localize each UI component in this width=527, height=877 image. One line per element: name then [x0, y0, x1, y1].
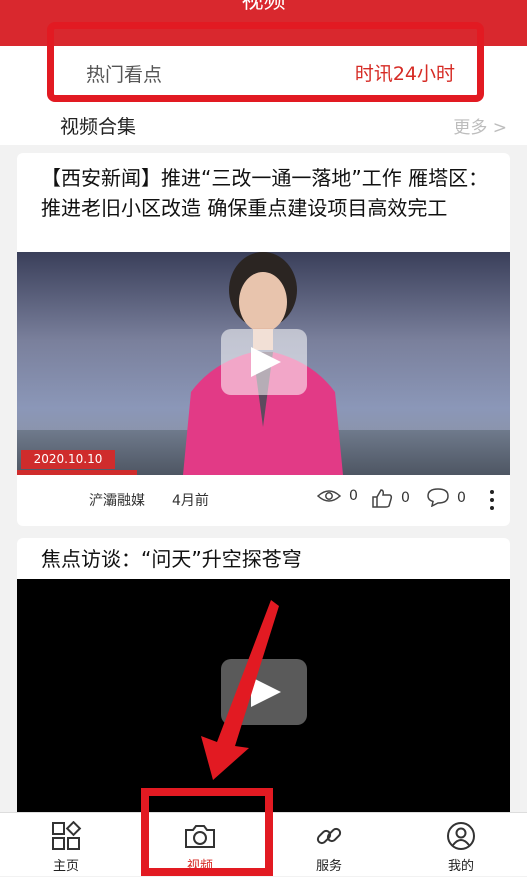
video-collection-title: 视频合集 — [60, 116, 137, 138]
play-button[interactable] — [221, 659, 307, 725]
user-icon — [447, 822, 475, 850]
likes-count: 0 — [401, 490, 410, 506]
video-meta-row: 浐灞融媒 4月前 0 0 0 — [17, 485, 510, 515]
video-card[interactable]: 焦点访谈：“问天”升空探苍穹 — [17, 538, 510, 828]
video-thumbnail[interactable] — [17, 579, 510, 828]
comment-icon — [427, 488, 449, 507]
bottom-tab-bar: 主页 视频 服务 我的 — [0, 812, 527, 876]
app-header: 视频 — [0, 0, 527, 46]
video-source: 浐灞融媒 — [89, 493, 145, 509]
link-icon — [316, 827, 342, 845]
tab-service[interactable]: 服务 — [274, 813, 384, 877]
tab-mine[interactable]: 我的 — [406, 813, 516, 877]
tab-label: 我的 — [447, 859, 474, 874]
camera-icon — [185, 825, 215, 848]
thumbnail-date-bar — [17, 470, 137, 475]
tab-label: 主页 — [52, 859, 79, 874]
video-time: 4月前 — [172, 493, 209, 509]
hot-topics-label[interactable]: 热门看点 — [86, 60, 162, 87]
tab-home[interactable]: 主页 — [11, 813, 121, 877]
video-title[interactable]: 焦点访谈：“问天”升空探苍穹 — [41, 544, 494, 574]
page-title: 视频 — [241, 0, 286, 14]
thumbs-up-icon — [372, 489, 393, 508]
play-icon — [251, 677, 281, 707]
play-icon — [251, 347, 281, 377]
video-card[interactable]: 【西安新闻】推进“三改一通一落地”工作 雁塔区：推进老旧小区改造 确保重点建设项… — [17, 153, 510, 526]
play-button[interactable] — [221, 329, 307, 395]
tab-label: 服务 — [315, 859, 342, 874]
views-stat: 0 — [317, 488, 358, 504]
views-count: 0 — [349, 488, 358, 504]
hot-topics-row[interactable]: 热门看点 时讯24小时 — [0, 46, 527, 103]
comments-count: 0 — [457, 489, 466, 506]
thumbnail-date: 2020.10.10 — [21, 450, 115, 469]
news-24h-link[interactable]: 时讯24小时 — [355, 59, 455, 86]
video-title[interactable]: 【西安新闻】推进“三改一通一落地”工作 雁塔区：推进老旧小区改造 确保重点建设项… — [41, 163, 494, 223]
like-button[interactable]: 0 — [371, 488, 410, 508]
tab-label: 视频 — [186, 859, 213, 874]
tab-video[interactable]: 视频 — [145, 813, 255, 877]
eye-icon — [317, 490, 341, 502]
video-collection-row: 视频合集 更多 > — [0, 103, 527, 145]
apps-icon — [52, 821, 82, 850]
more-options-icon[interactable] — [487, 485, 497, 515]
video-thumbnail[interactable]: 2020.10.10 — [17, 252, 510, 475]
comment-button[interactable]: 0 — [427, 488, 466, 507]
more-link[interactable]: 更多 > — [453, 113, 507, 138]
